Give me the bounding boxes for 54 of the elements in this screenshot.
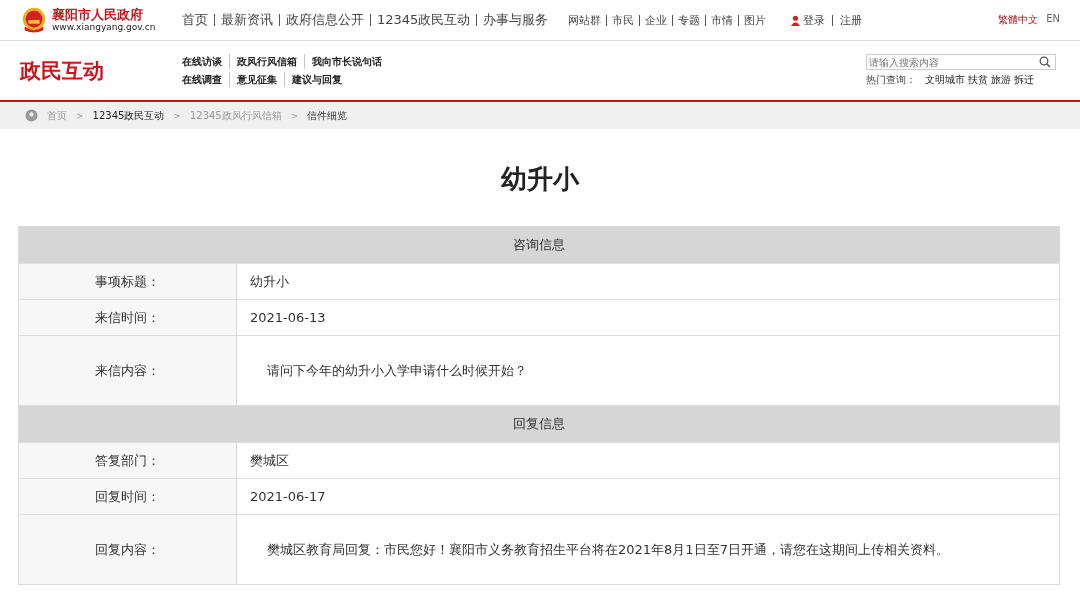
hot-search-link[interactable]: 扶贫 [968, 73, 988, 87]
site-link[interactable]: 网站群 [568, 12, 602, 28]
search-icon[interactable] [1039, 56, 1051, 68]
field-label: 回复内容： [19, 515, 237, 584]
field-value: 请问下今年的幼升小入学申请什么时候开始？ [266, 361, 528, 380]
field-value: 2021-06-13 [249, 309, 327, 327]
site-link[interactable]: 专题 [678, 12, 701, 28]
register-link[interactable]: 注册 [840, 12, 863, 28]
language-link[interactable]: EN [1046, 13, 1060, 27]
user-icon [790, 14, 802, 26]
nav-link[interactable]: 最新资讯 [221, 11, 273, 29]
channel-link[interactable]: 政风行风信箱 [237, 54, 297, 69]
field-value: 樊城区 [249, 451, 290, 470]
channel-link[interactable]: 建议与回复 [292, 72, 342, 87]
section-header: 回复信息 [19, 406, 1059, 443]
emblem-icon [20, 6, 48, 34]
site-link[interactable]: 市情 [711, 12, 734, 28]
channel-link[interactable]: 在线访谈 [182, 54, 222, 69]
search-field[interactable]: 请输入搜索内容 [866, 54, 1056, 70]
site-link[interactable]: 企业 [645, 12, 668, 28]
channel-title: 政民互动 [20, 57, 105, 85]
location-pin-icon [25, 109, 38, 122]
nav-link[interactable]: 办事与服务 [483, 11, 549, 29]
field-value: 2021-06-17 [249, 488, 327, 506]
field-label: 事项标题： [19, 264, 237, 299]
breadcrumb-separator: > [290, 110, 299, 121]
hot-search-label: 热门查询： [866, 73, 916, 87]
field-label: 来信时间： [19, 300, 237, 335]
nav-link[interactable]: 政府信息公开 [286, 11, 364, 29]
breadcrumb-link[interactable]: 12345政民互动 [92, 108, 165, 123]
channel-link[interactable]: 意见征集 [237, 72, 277, 87]
breadcrumb-separator: > [173, 110, 181, 121]
breadcrumb-separator: > [76, 110, 84, 121]
channel-link[interactable]: 在线调查 [182, 72, 222, 87]
field-value: 幼升小 [249, 272, 290, 291]
field-label: 答复部门： [19, 443, 237, 478]
site-name[interactable]: 襄阳市人民政府 [52, 7, 156, 22]
site-link[interactable]: 图片 [744, 12, 767, 28]
field-label: 来信内容： [19, 336, 237, 405]
hot-search-link[interactable]: 旅游 [991, 73, 1011, 87]
login-link[interactable]: 登录 [803, 12, 826, 28]
section-header: 咨询信息 [19, 227, 1059, 264]
hot-search-link[interactable]: 文明城市 [925, 73, 965, 87]
page-title: 幼升小 [500, 163, 581, 196]
site-url: www.xiangyang.gov.cn [52, 22, 156, 33]
channel-link[interactable]: 我向市长说句话 [312, 54, 382, 69]
nav-link[interactable]: 首页 [182, 11, 208, 29]
nav-link[interactable]: 12345政民互动 [377, 11, 471, 29]
hot-search-link[interactable]: 拆迁 [1014, 73, 1034, 87]
site-link[interactable]: 市民 [612, 12, 635, 28]
breadcrumb-link[interactable]: 信件细览 [307, 108, 348, 123]
language-link[interactable]: 繁體中文 [998, 13, 1039, 27]
field-label: 回复时间： [19, 479, 237, 514]
field-value: 樊城区教育局回复：市民您好！襄阳市义务教育招生平台将在2021年8月1日至7日开通，请您在这期间上传相关资料。 [266, 540, 950, 559]
